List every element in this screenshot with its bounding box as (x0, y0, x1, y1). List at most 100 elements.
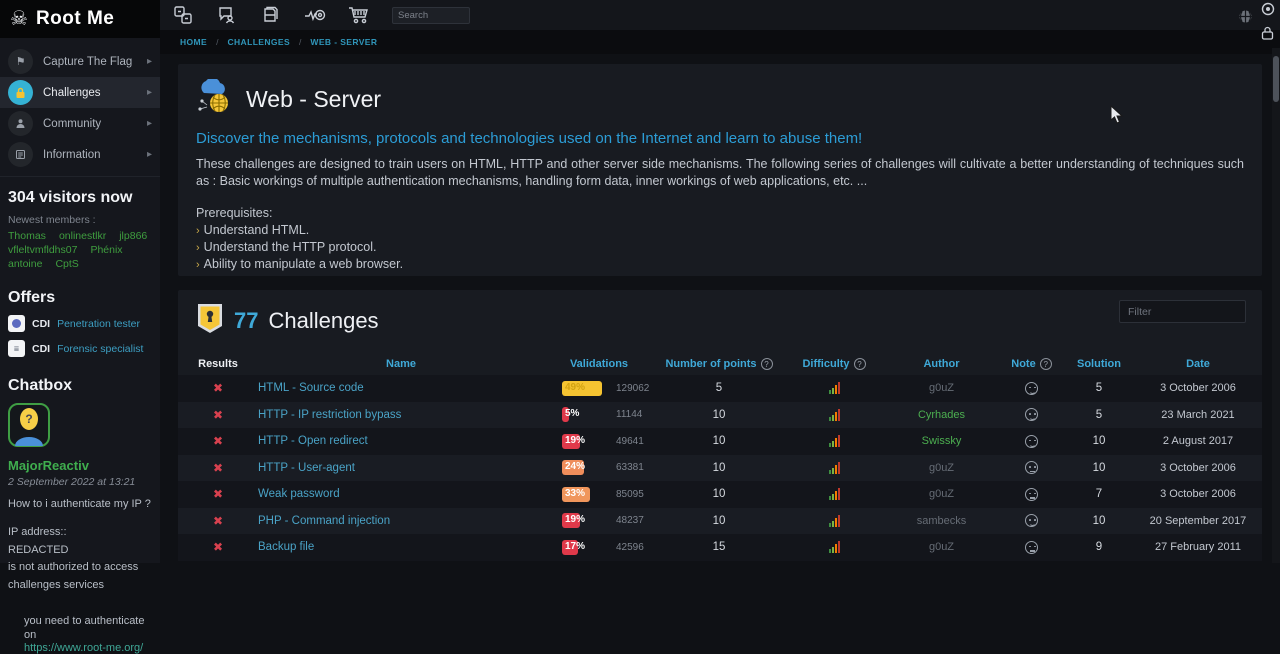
challenge-link[interactable]: HTTP - IP restriction bypass (258, 409, 401, 421)
author-cell[interactable]: g0uZ (884, 488, 999, 500)
offer-link[interactable]: Penetration tester (57, 318, 140, 330)
note-face-icon[interactable] (1025, 461, 1038, 474)
note-cell (999, 408, 1064, 421)
chat-username[interactable]: MajorReactiv (8, 458, 152, 473)
difficulty-bars-icon[interactable] (829, 435, 840, 447)
col-note[interactable]: Note? (999, 358, 1064, 370)
newest-members-list: Thomas onlinestlkr jlp866 vfleltvmfldhs0… (8, 230, 152, 270)
member-link[interactable]: antoine (8, 258, 42, 270)
date-cell: 2 August 2017 (1134, 435, 1262, 447)
note-face-icon[interactable] (1025, 435, 1038, 448)
challenge-link[interactable]: PHP - Command injection (258, 515, 390, 527)
note-face-icon[interactable] (1025, 408, 1038, 421)
lock-icon[interactable] (1260, 26, 1275, 45)
validation-percentage: 19% (565, 514, 585, 525)
note-face-icon[interactable] (1025, 382, 1038, 395)
solution-cell[interactable]: 10 (1064, 435, 1134, 447)
qna-icon[interactable] (172, 4, 194, 26)
member-link[interactable]: onlinestlkr (59, 230, 106, 242)
not-solved-x-icon[interactable]: ✖ (213, 514, 223, 528)
col-difficulty[interactable]: Difficulty? (784, 358, 884, 370)
difficulty-bars-icon[interactable] (829, 462, 840, 474)
col-points[interactable]: Number of points? (654, 358, 784, 370)
search-input[interactable] (392, 7, 470, 24)
solution-cell[interactable]: 10 (1064, 515, 1134, 527)
note-face-icon[interactable] (1025, 488, 1038, 501)
points-cell: 10 (654, 409, 784, 421)
chat-avatar[interactable]: ? (8, 403, 152, 452)
not-solved-x-icon[interactable]: ✖ (213, 461, 223, 475)
not-solved-x-icon[interactable]: ✖ (213, 434, 223, 448)
solution-cell[interactable]: 5 (1064, 409, 1134, 421)
help-icon[interactable]: ? (1040, 358, 1052, 370)
author-cell[interactable]: g0uZ (884, 382, 999, 394)
difficulty-bars-icon[interactable] (829, 488, 840, 500)
chat-timestamp: 2 September 2022 at 13:21 (8, 476, 152, 488)
difficulty-bars-icon[interactable] (829, 409, 840, 421)
breadcrumb-challenges[interactable]: CHALLENGES (227, 37, 290, 47)
not-solved-x-icon[interactable]: ✖ (213, 487, 223, 501)
difficulty-bars-icon[interactable] (829, 382, 840, 394)
activity-icon[interactable] (304, 4, 326, 26)
challenge-link[interactable]: Backup file (258, 541, 314, 553)
sidebar-item-community[interactable]: Community ▸ (0, 108, 160, 139)
breadcrumb-web-server[interactable]: WEB - SERVER (310, 37, 377, 47)
challenge-link[interactable]: Weak password (258, 488, 340, 500)
challenge-link[interactable]: HTTP - Open redirect (258, 435, 368, 447)
offer-link[interactable]: Forensic specialist (57, 343, 143, 355)
solution-cell[interactable]: 5 (1064, 382, 1134, 394)
member-link[interactable]: CptS (55, 258, 78, 270)
author-cell[interactable]: g0uZ (884, 462, 999, 474)
not-solved-x-icon[interactable]: ✖ (213, 408, 223, 422)
sidebar-item-challenges[interactable]: Challenges ▸ (0, 77, 160, 108)
challenge-link[interactable]: HTTP - User-agent (258, 462, 355, 474)
author-cell[interactable]: Swissky (884, 435, 999, 447)
circle-dot-icon[interactable] (1261, 2, 1275, 21)
member-link[interactable]: jlp866 (119, 230, 147, 242)
help-icon[interactable]: ? (761, 358, 773, 370)
difficulty-bars-icon[interactable] (829, 541, 840, 553)
chat-quote-link[interactable]: https://www.root-me.org/ (24, 642, 152, 654)
col-name[interactable]: Name (258, 358, 544, 370)
challenge-count: 77 (234, 308, 258, 334)
challenge-badge-icon (196, 302, 224, 339)
author-cell[interactable]: Cyrhades (884, 409, 999, 421)
cart-icon[interactable] (348, 4, 370, 26)
logo[interactable]: ☠ Root Me (0, 0, 160, 38)
date-cell: 27 February 2011 (1134, 541, 1262, 553)
date-cell: 3 October 2006 (1134, 382, 1262, 394)
not-solved-x-icon[interactable]: ✖ (213, 381, 223, 395)
col-results[interactable]: Results (178, 358, 258, 370)
member-link[interactable]: Phénix (90, 244, 122, 256)
category-subtitle[interactable]: Discover the mechanisms, protocols and t… (196, 130, 1244, 147)
sidebar-item-information[interactable]: Information ▸ (0, 139, 160, 170)
member-link[interactable]: Thomas (8, 230, 46, 242)
breadcrumb-home[interactable]: HOME (180, 37, 207, 47)
difficulty-bars-icon[interactable] (829, 515, 840, 527)
difficulty-cell (784, 435, 884, 447)
offer-forensic-specialist[interactable]: ≣ CDI Forensic specialist (8, 340, 152, 357)
solution-cell[interactable]: 7 (1064, 488, 1134, 500)
scrollbar-thumb[interactable] (1273, 56, 1279, 102)
filter-input[interactable] (1119, 300, 1246, 323)
col-date[interactable]: Date (1134, 358, 1262, 370)
offer-penetration-tester[interactable]: CDI Penetration tester (8, 315, 152, 332)
col-solution[interactable]: Solution (1064, 358, 1134, 370)
author-cell[interactable]: sambecks (884, 515, 999, 527)
not-solved-x-icon[interactable]: ✖ (213, 540, 223, 554)
note-face-icon[interactable] (1025, 514, 1038, 527)
scrollbar[interactable] (1272, 48, 1280, 563)
challenge-link[interactable]: HTML - Source code (258, 382, 364, 394)
solution-cell[interactable]: 10 (1064, 462, 1134, 474)
solution-cell[interactable]: 9 (1064, 541, 1134, 553)
forum-icon[interactable] (216, 4, 238, 26)
col-validations[interactable]: Validations (544, 358, 654, 370)
col-author[interactable]: Author (884, 358, 999, 370)
help-icon[interactable]: ? (854, 358, 866, 370)
author-cell[interactable]: g0uZ (884, 541, 999, 553)
documents-icon[interactable] (260, 4, 282, 26)
sidebar-item-capture-the-flag[interactable]: ⚑ Capture The Flag ▸ (0, 46, 160, 77)
language-globe-icon[interactable] (1238, 9, 1253, 29)
member-link[interactable]: vfleltvmfldhs07 (8, 244, 77, 256)
note-face-icon[interactable] (1025, 541, 1038, 554)
